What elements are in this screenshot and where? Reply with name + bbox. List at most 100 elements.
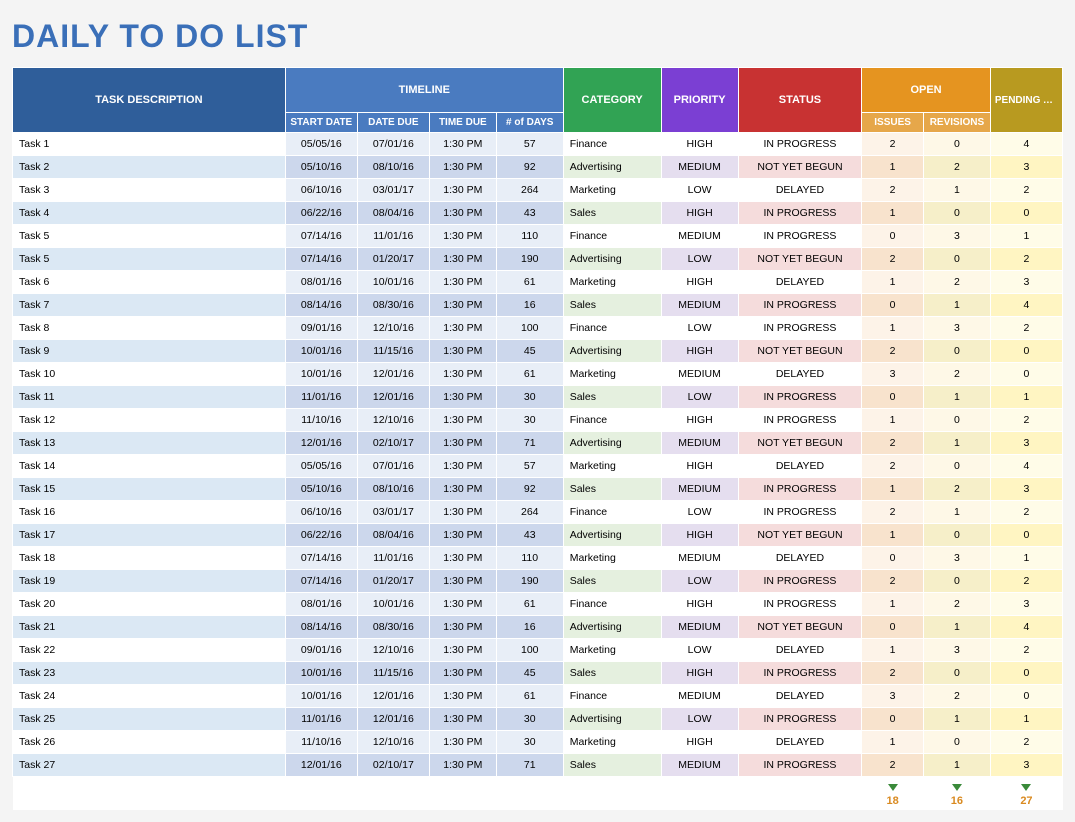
cell-priority: HIGH bbox=[661, 455, 738, 478]
cell-days: 30 bbox=[496, 731, 563, 754]
cell-start-date: 09/01/16 bbox=[285, 317, 357, 340]
cell-start-date: 11/01/16 bbox=[285, 386, 357, 409]
cell-days: 100 bbox=[496, 639, 563, 662]
cell-status: IN PROGRESS bbox=[738, 570, 862, 593]
cell-date-due: 11/01/16 bbox=[357, 547, 429, 570]
cell-priority: LOW bbox=[661, 317, 738, 340]
cell-time-due: 1:30 PM bbox=[429, 639, 496, 662]
cell-category: Advertising bbox=[563, 708, 661, 731]
cell-description: Task 26 bbox=[13, 731, 286, 754]
cell-priority: MEDIUM bbox=[661, 547, 738, 570]
cell-category: Sales bbox=[563, 202, 661, 225]
cell-revisions: 1 bbox=[923, 754, 990, 777]
cell-category: Finance bbox=[563, 409, 661, 432]
cell-status: IN PROGRESS bbox=[738, 478, 862, 501]
cell-issues: 1 bbox=[862, 524, 924, 547]
cell-issues: 0 bbox=[862, 294, 924, 317]
cell-revisions: 1 bbox=[923, 432, 990, 455]
cell-issues: 1 bbox=[862, 639, 924, 662]
cell-start-date: 09/01/16 bbox=[285, 639, 357, 662]
cell-date-due: 02/10/17 bbox=[357, 754, 429, 777]
cell-description: Task 15 bbox=[13, 478, 286, 501]
cell-pending: 2 bbox=[990, 570, 1062, 593]
cell-pending: 4 bbox=[990, 133, 1062, 156]
cell-priority: HIGH bbox=[661, 524, 738, 547]
cell-priority: HIGH bbox=[661, 340, 738, 363]
cell-date-due: 08/04/16 bbox=[357, 524, 429, 547]
cell-days: 92 bbox=[496, 156, 563, 179]
cell-start-date: 10/01/16 bbox=[285, 685, 357, 708]
cell-status: NOT YET BEGUN bbox=[738, 524, 862, 547]
cell-time-due: 1:30 PM bbox=[429, 363, 496, 386]
cell-status: IN PROGRESS bbox=[738, 225, 862, 248]
table-row: Task 2410/01/1612/01/161:30 PM61FinanceM… bbox=[13, 685, 1063, 708]
cell-time-due: 1:30 PM bbox=[429, 133, 496, 156]
cell-days: 110 bbox=[496, 225, 563, 248]
cell-pending: 1 bbox=[990, 708, 1062, 731]
cell-time-due: 1:30 PM bbox=[429, 317, 496, 340]
cell-revisions: 0 bbox=[923, 455, 990, 478]
table-row: Task 2008/01/1610/01/161:30 PM61FinanceH… bbox=[13, 593, 1063, 616]
cell-status: DELAYED bbox=[738, 685, 862, 708]
cell-start-date: 07/14/16 bbox=[285, 225, 357, 248]
cell-category: Advertising bbox=[563, 340, 661, 363]
table-row: Task 2611/10/1612/10/161:30 PM30Marketin… bbox=[13, 731, 1063, 754]
cell-priority: MEDIUM bbox=[661, 432, 738, 455]
col-start-date: START DATE bbox=[285, 113, 357, 133]
cell-date-due: 08/04/16 bbox=[357, 202, 429, 225]
col-status: STATUS bbox=[738, 68, 862, 133]
cell-issues: 2 bbox=[862, 501, 924, 524]
cell-start-date: 07/14/16 bbox=[285, 248, 357, 271]
cell-date-due: 10/01/16 bbox=[357, 593, 429, 616]
cell-description: Task 3 bbox=[13, 179, 286, 202]
cell-issues: 1 bbox=[862, 731, 924, 754]
cell-revisions: 2 bbox=[923, 271, 990, 294]
cell-description: Task 10 bbox=[13, 363, 286, 386]
cell-start-date: 06/22/16 bbox=[285, 524, 357, 547]
cell-description: Task 21 bbox=[13, 616, 286, 639]
cell-pending: 0 bbox=[990, 202, 1062, 225]
arrow-down-icon bbox=[1021, 784, 1031, 791]
cell-days: 57 bbox=[496, 455, 563, 478]
cell-category: Sales bbox=[563, 478, 661, 501]
cell-priority: LOW bbox=[661, 639, 738, 662]
cell-description: Task 17 bbox=[13, 524, 286, 547]
cell-start-date: 05/05/16 bbox=[285, 455, 357, 478]
table-row: Task 2712/01/1602/10/171:30 PM71SalesMED… bbox=[13, 754, 1063, 777]
cell-issues: 0 bbox=[862, 386, 924, 409]
cell-status: IN PROGRESS bbox=[738, 593, 862, 616]
cell-issues: 2 bbox=[862, 340, 924, 363]
cell-pending: 4 bbox=[990, 294, 1062, 317]
col-revisions: REVISIONS bbox=[923, 113, 990, 133]
cell-priority: MEDIUM bbox=[661, 294, 738, 317]
cell-status: DELAYED bbox=[738, 271, 862, 294]
cell-priority: HIGH bbox=[661, 593, 738, 616]
cell-priority: LOW bbox=[661, 179, 738, 202]
col-date-due: DATE DUE bbox=[357, 113, 429, 133]
cell-category: Advertising bbox=[563, 248, 661, 271]
cell-time-due: 1:30 PM bbox=[429, 340, 496, 363]
col-days: # of DAYS bbox=[496, 113, 563, 133]
cell-days: 264 bbox=[496, 501, 563, 524]
cell-status: NOT YET BEGUN bbox=[738, 432, 862, 455]
cell-time-due: 1:30 PM bbox=[429, 731, 496, 754]
table-row: Task 2108/14/1608/30/161:30 PM16Advertis… bbox=[13, 616, 1063, 639]
cell-description: Task 14 bbox=[13, 455, 286, 478]
cell-category: Marketing bbox=[563, 271, 661, 294]
cell-days: 71 bbox=[496, 754, 563, 777]
cell-pending: 2 bbox=[990, 179, 1062, 202]
cell-category: Advertising bbox=[563, 156, 661, 179]
cell-priority: LOW bbox=[661, 248, 738, 271]
cell-date-due: 07/01/16 bbox=[357, 133, 429, 156]
cell-status: IN PROGRESS bbox=[738, 386, 862, 409]
cell-status: IN PROGRESS bbox=[738, 708, 862, 731]
total-pending: 27 bbox=[990, 777, 1062, 811]
cell-date-due: 12/01/16 bbox=[357, 708, 429, 731]
cell-revisions: 0 bbox=[923, 248, 990, 271]
cell-pending: 4 bbox=[990, 455, 1062, 478]
cell-revisions: 1 bbox=[923, 501, 990, 524]
cell-description: Task 4 bbox=[13, 202, 286, 225]
table-row: Task 809/01/1612/10/161:30 PM100FinanceL… bbox=[13, 317, 1063, 340]
cell-revisions: 0 bbox=[923, 202, 990, 225]
cell-issues: 1 bbox=[862, 593, 924, 616]
